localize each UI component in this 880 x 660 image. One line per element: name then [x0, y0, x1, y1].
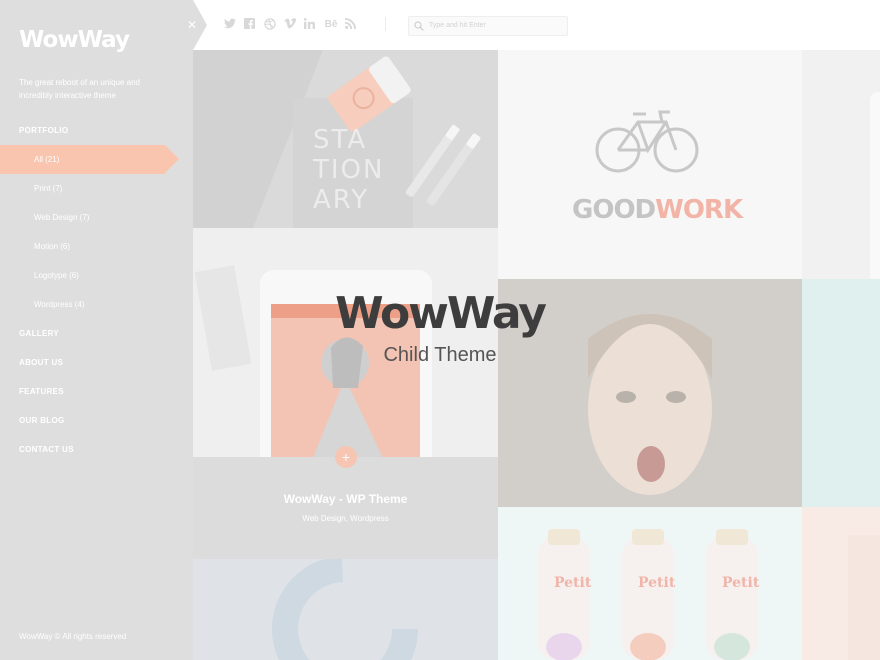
- caption-subtitle: Web Design, Wordpress: [302, 514, 389, 523]
- close-icon[interactable]: ✕: [187, 18, 197, 32]
- tagline: The great reboot of an unique and incred…: [19, 78, 140, 100]
- linkedin-icon[interactable]: [303, 18, 316, 31]
- nav-sub-logotype[interactable]: Logotype (6): [34, 271, 79, 280]
- behance-icon[interactable]: Bē: [323, 18, 339, 31]
- bicycle-icon: [595, 110, 699, 173]
- overlay-title: WowWay: [335, 288, 547, 339]
- facebook-icon[interactable]: [243, 18, 256, 31]
- portfolio-item-goodwork[interactable]: [498, 50, 802, 279]
- search-icon: [414, 21, 424, 31]
- circle-logo: [272, 559, 418, 660]
- portfolio-item-partial-2[interactable]: [802, 279, 880, 507]
- nav-sub-print[interactable]: Print (7): [34, 184, 62, 193]
- rss-icon[interactable]: [344, 18, 357, 31]
- vimeo-icon[interactable]: [283, 18, 296, 31]
- svg-text:Petit: Petit: [554, 575, 592, 591]
- portfolio-item-juice-bottles[interactable]: Petit Petit Petit: [498, 507, 802, 660]
- search-placeholder: Type and hit Enter: [429, 22, 486, 29]
- juice-bottles: Petit Petit Petit: [538, 529, 760, 660]
- goodwork-wordmark: GOODWORK: [572, 195, 743, 225]
- nav-contact[interactable]: CONTACT US: [19, 445, 74, 454]
- twitter-icon[interactable]: [223, 18, 236, 31]
- nav-features[interactable]: FEATURES: [19, 387, 64, 396]
- logo[interactable]: WowWay: [19, 27, 130, 53]
- nav-sub-all[interactable]: All (21): [34, 155, 59, 164]
- open-project-button[interactable]: +: [335, 446, 357, 468]
- sidebar: WowWay The great reboot of an unique and…: [0, 0, 193, 660]
- nav-active-arrow: [165, 145, 179, 173]
- copyright: WowWay © All rights reserved: [19, 632, 127, 641]
- portfolio-item-wowway-theme[interactable]: [193, 228, 498, 457]
- nav-about[interactable]: ABOUT US: [19, 358, 63, 367]
- svg-text:Petit: Petit: [638, 575, 676, 591]
- nav-sub-web-design[interactable]: Web Design (7): [34, 213, 89, 222]
- portfolio-caption[interactable]: [193, 457, 498, 559]
- portfolio-item-partial-1[interactable]: [802, 50, 880, 279]
- nav-sub-motion[interactable]: Motion (6): [34, 242, 70, 251]
- nav-active-highlight: [0, 145, 165, 174]
- nav-blog[interactable]: OUR BLOG: [19, 416, 65, 425]
- portfolio-item-blue-logo[interactable]: [193, 559, 498, 660]
- phone-mockup: [194, 265, 432, 457]
- top-bar: Bē Type and hit Enter: [193, 0, 880, 50]
- caption-title: WowWay - WP Theme: [283, 492, 408, 506]
- overlay-subtitle: Child Theme: [383, 344, 497, 366]
- dribbble-icon[interactable]: [263, 18, 276, 31]
- nav-portfolio[interactable]: PORTFOLIO: [19, 126, 68, 135]
- topbar-divider: [385, 17, 386, 31]
- svg-text:Petit: Petit: [722, 575, 760, 591]
- portfolio-item-partial-3[interactable]: [802, 507, 880, 660]
- nav-sub-wordpress[interactable]: Wordpress (4): [34, 300, 85, 309]
- search-input[interactable]: Type and hit Enter: [408, 16, 568, 36]
- stationery-text: STA TION ARY: [313, 125, 385, 215]
- nav-gallery[interactable]: GALLERY: [19, 329, 59, 338]
